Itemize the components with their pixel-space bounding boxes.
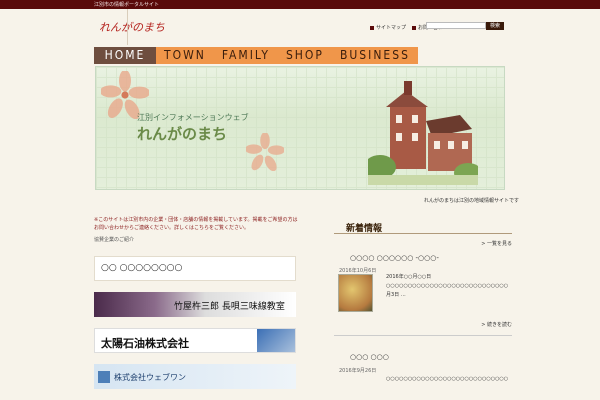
- sponsor-banner-3-title: 太陽石油株式会社: [101, 337, 189, 350]
- post-2-excerpt: ○○○○○○○○○○○○○○○○○○○○○○○○○○○○○○○○○○○○○○○○…: [386, 376, 508, 382]
- hero-banner: 江別インフォメーションウェブ れんがのまち: [95, 66, 505, 190]
- post-1-excerpt: 2016年○○月○○日○○○○○○○○○○○○○○○○○○○○○○○○○○○○○…: [386, 274, 508, 298]
- sitemap-label: サイトマップ: [376, 25, 407, 31]
- company-logo-icon: [98, 371, 110, 383]
- nav-town[interactable]: TOWN: [164, 47, 206, 64]
- sponsor-banner-4[interactable]: 株式会社ウェブワン: [94, 364, 296, 389]
- sponsor-banner-4-title: 株式会社ウェブワン: [114, 373, 186, 382]
- search-input[interactable]: [426, 22, 486, 29]
- site-logo[interactable]: れんがのまち: [99, 19, 165, 35]
- logo-divider: [127, 9, 128, 45]
- post-divider: [334, 335, 512, 336]
- banner-subtitle: 江別インフォメーションウェブ: [137, 113, 249, 122]
- sitemap-link[interactable]: サイトマップ: [370, 24, 406, 31]
- post-1-thumbnail[interactable]: [338, 274, 373, 312]
- search-button[interactable]: 検索: [486, 22, 504, 30]
- news-list-link[interactable]: > 一覧を見る: [334, 240, 512, 247]
- post-1-more-link[interactable]: > 続きを読む: [334, 321, 512, 328]
- sponsor-banner-2[interactable]: 竹屋杵三郎 長唄三味線教室: [94, 292, 296, 317]
- news-heading-bar: 新着情報: [334, 216, 512, 234]
- nav-business[interactable]: BUSINESS: [340, 47, 410, 64]
- sponsor-banner-2-title: 竹屋杵三郎 長唄三味線教室: [174, 302, 285, 312]
- main-column: ※このサイトは江別市内の企業・団体・店舗の情報を掲載しています。掲載をご希望の方…: [94, 216, 302, 243]
- nav-family[interactable]: FAMILY: [222, 47, 270, 64]
- post-1-date: 2016年10月6日: [339, 268, 377, 274]
- sponsor-banner-1[interactable]: ○○ ○○○○○○○○: [94, 256, 296, 281]
- bullet-icon: [370, 25, 374, 30]
- news-sidebar: 新着情報 > 一覧を見る: [334, 216, 512, 247]
- flower-icon: [246, 133, 284, 171]
- sponsor-heading: 協賛企業のご紹介: [94, 237, 135, 243]
- post-2-title[interactable]: ○○○ ○○○: [350, 353, 389, 361]
- nav-shop[interactable]: SHOP: [286, 47, 324, 64]
- top-bar-text: 江別市の情報ポータルサイト: [94, 2, 160, 8]
- news-heading: 新着情報: [346, 224, 383, 234]
- banner-caption: れんがのまちは江別の地域情報サイトです: [424, 198, 520, 204]
- notice-text: ※このサイトは江別市内の企業・団体・店舗の情報を掲載しています。掲載をご希望の方…: [94, 217, 298, 231]
- top-bar: 江別市の情報ポータルサイト: [0, 0, 600, 9]
- sponsor-banner-1-title: ○○ ○○○○○○○○: [101, 263, 183, 273]
- mobil-station-image: [257, 329, 295, 352]
- nav-home[interactable]: HOME: [94, 47, 156, 64]
- main-nav: HOME TOWN FAMILY SHOP BUSINESS: [94, 47, 418, 64]
- sponsor-banner-3[interactable]: 太陽石油株式会社: [94, 328, 296, 353]
- nav-items: TOWN FAMILY SHOP BUSINESS: [156, 47, 418, 64]
- page-wrapper: れんがのまち サイトマップ お問い合わせ 検索 HOME TOWN FAMILY…: [94, 9, 519, 400]
- banner-title: れんがのまち: [137, 125, 228, 143]
- post-1-title[interactable]: ○○○○ ○○○○○○ -○○○-: [350, 254, 439, 262]
- post-2-date: 2016年9月26日: [339, 368, 377, 374]
- bullet-icon: [412, 25, 417, 30]
- brick-building-illustration: [368, 81, 478, 185]
